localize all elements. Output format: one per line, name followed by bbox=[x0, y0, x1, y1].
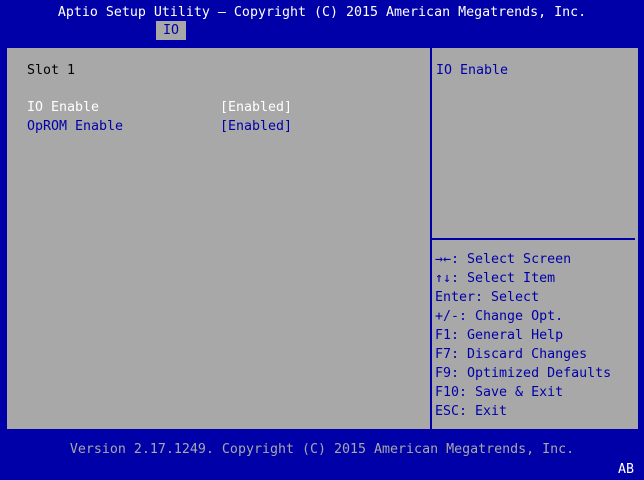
oprom-enable-value[interactable]: [Enabled] bbox=[220, 117, 292, 136]
help-key-esc: ESC: Exit bbox=[435, 404, 508, 419]
slot-title: Slot 1 bbox=[27, 63, 76, 78]
help-key-select-item: ↑↓: Select Item bbox=[435, 271, 556, 286]
io-enable-value[interactable]: [Enabled] bbox=[220, 98, 292, 117]
help-key-f7: F7: Discard Changes bbox=[435, 347, 588, 362]
help-key-change-opt: +/-: Change Opt. bbox=[435, 309, 564, 324]
version-footer: Version 2.17.1249. Copyright (C) 2015 Am… bbox=[69, 442, 575, 457]
oprom-enable-label[interactable]: OpROM Enable bbox=[27, 117, 123, 136]
io-enable-label[interactable]: IO Enable bbox=[27, 98, 99, 117]
help-description: IO Enable bbox=[436, 63, 509, 78]
tab-io[interactable]: IO bbox=[156, 21, 186, 40]
help-key-enter: Enter: Select bbox=[435, 290, 540, 305]
status-indicator: AB bbox=[617, 462, 634, 477]
help-key-select-screen: →←: Select Screen bbox=[435, 252, 572, 267]
bios-title: Aptio Setup Utility – Copyright (C) 2015… bbox=[57, 5, 587, 20]
help-key-f9: F9: Optimized Defaults bbox=[435, 366, 612, 381]
help-divider bbox=[432, 238, 635, 240]
help-key-f1: F1: General Help bbox=[435, 328, 564, 343]
help-key-f10: F10: Save & Exit bbox=[435, 385, 564, 400]
